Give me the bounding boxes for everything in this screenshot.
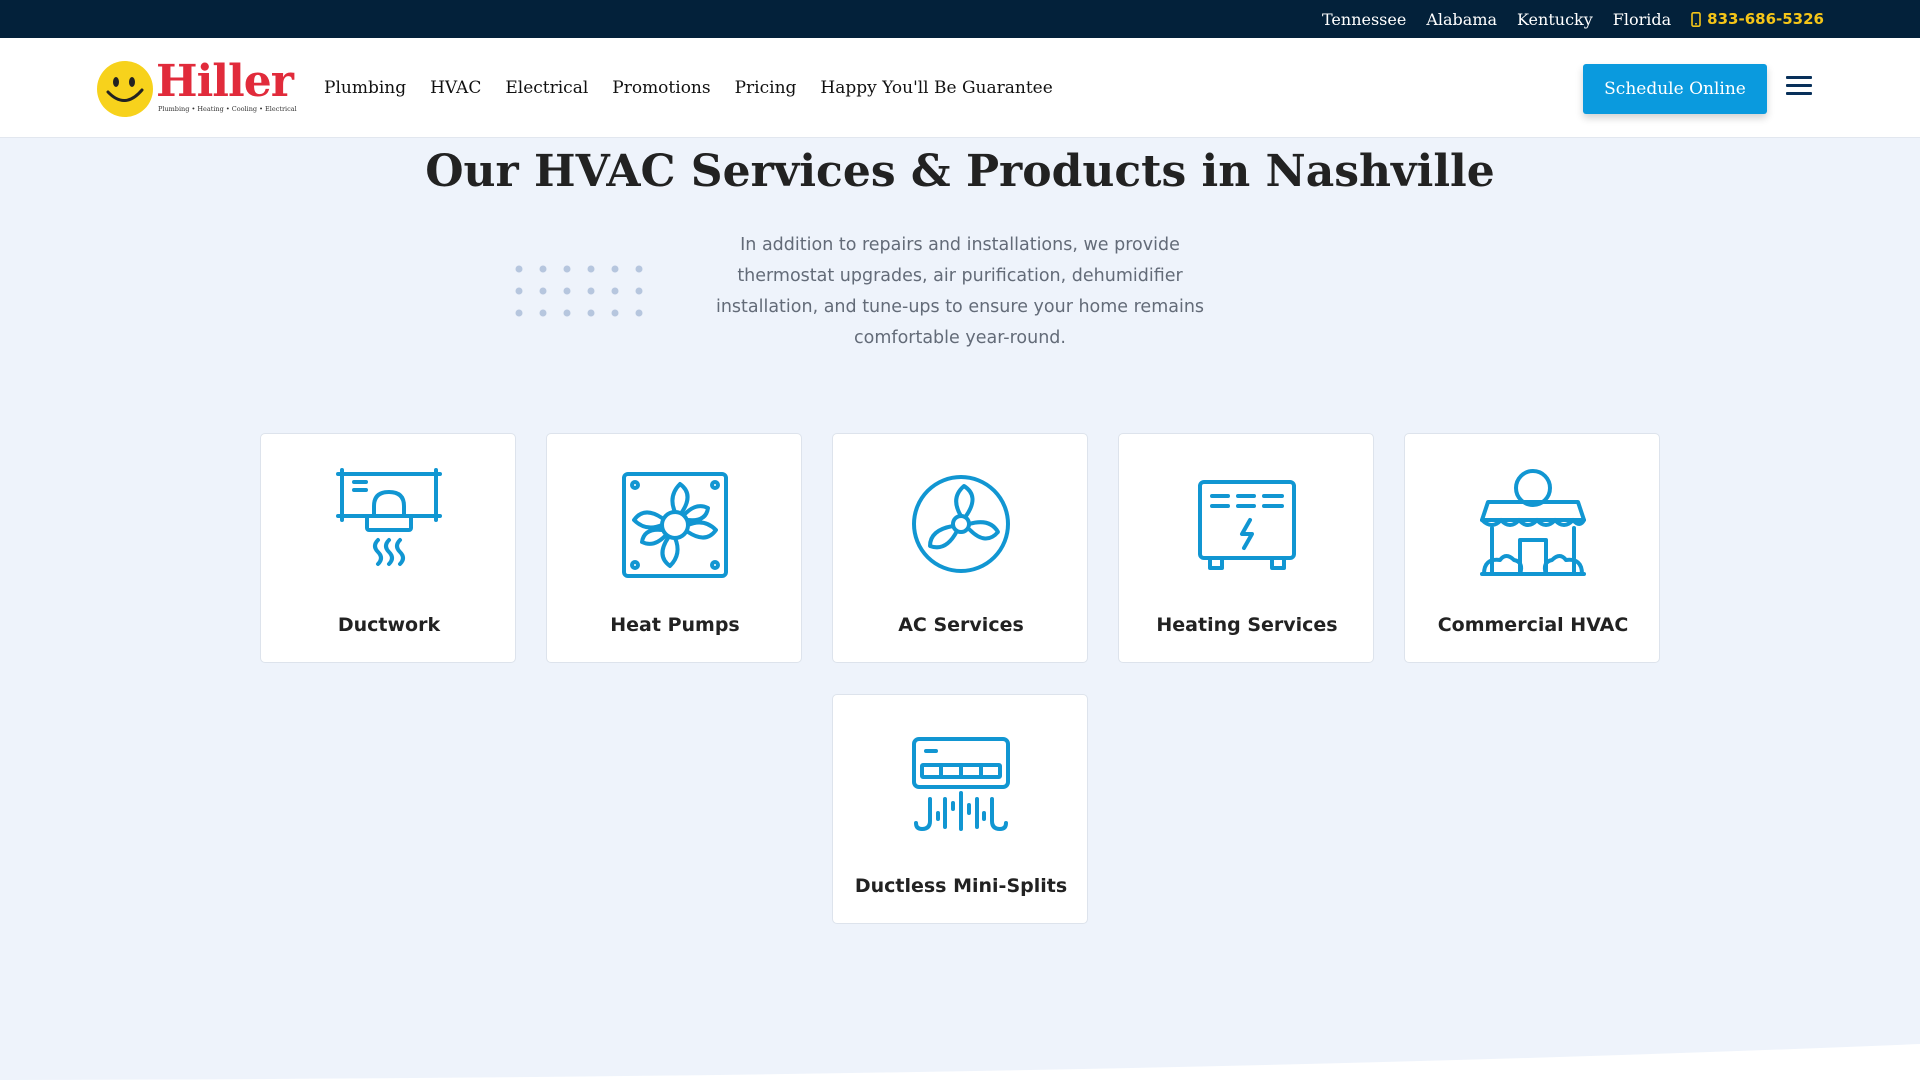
- nav-hvac[interactable]: HVAC: [430, 78, 481, 98]
- decorative-dots: [515, 265, 643, 317]
- commercial-building-icon: [1480, 469, 1586, 576]
- hiller-logo[interactable]: Hiller Plumbing • Heating • Cooling • El…: [96, 56, 297, 120]
- service-card-ac-services[interactable]: AC Services: [832, 433, 1088, 663]
- nav-promotions[interactable]: Promotions: [612, 78, 710, 98]
- service-card-heating-services[interactable]: Heating Services: [1118, 433, 1374, 663]
- nav-plumbing[interactable]: Plumbing: [324, 78, 406, 98]
- top-bar: Tennessee Alabama Kentucky Florida 833-6…: [0, 0, 1920, 38]
- heat-pump-icon: [622, 472, 728, 578]
- main-nav: Plumbing HVAC Electrical Promotions Pric…: [324, 38, 1053, 138]
- state-link-florida[interactable]: Florida: [1613, 10, 1671, 29]
- service-label: Commercial HVAC: [1437, 614, 1629, 636]
- phone-number: 833-686-5326: [1707, 10, 1824, 28]
- mini-split-icon: [912, 737, 1010, 831]
- nav-pricing[interactable]: Pricing: [735, 78, 797, 98]
- state-link-tennessee[interactable]: Tennessee: [1322, 10, 1406, 29]
- mobile-phone-icon: [1691, 11, 1701, 27]
- section-title: Our HVAC Services & Products in Nashvill…: [425, 146, 1495, 197]
- state-link-alabama[interactable]: Alabama: [1426, 10, 1497, 29]
- service-label: Ductless Mini-Splits: [854, 875, 1068, 897]
- service-card-heat-pumps[interactable]: Heat Pumps: [546, 433, 802, 663]
- state-link-kentucky[interactable]: Kentucky: [1517, 10, 1593, 29]
- phone-link[interactable]: 833-686-5326: [1691, 10, 1824, 28]
- logo-tagline: Plumbing • Heating • Cooling • Electrica…: [158, 105, 297, 113]
- smiley-logo-icon: [97, 61, 153, 117]
- service-card-ductless-mini-splits[interactable]: Ductless Mini-Splits: [832, 694, 1088, 924]
- logo-brand: Hiller: [156, 56, 294, 107]
- service-label: Ductwork: [337, 614, 441, 636]
- service-card-ductwork[interactable]: Ductwork: [260, 433, 516, 663]
- ductwork-icon: [336, 468, 442, 566]
- service-label: AC Services: [898, 614, 1024, 636]
- service-card-commercial-hvac[interactable]: Commercial HVAC: [1404, 433, 1660, 663]
- nav-electrical[interactable]: Electrical: [505, 78, 588, 98]
- schedule-online-button[interactable]: Schedule Online: [1583, 64, 1767, 114]
- service-label: Heating Services: [1156, 614, 1338, 636]
- heater-icon: [1198, 480, 1296, 570]
- hamburger-menu-icon[interactable]: [1786, 76, 1812, 98]
- top-bar-links: Tennessee Alabama Kentucky Florida 833-6…: [1322, 0, 1824, 38]
- service-label: Heat Pumps: [610, 614, 740, 636]
- ac-fan-icon: [912, 475, 1010, 573]
- nav-guarantee[interactable]: Happy You'll Be Guarantee: [820, 78, 1052, 98]
- section-description: In addition to repairs and installations…: [715, 235, 1205, 348]
- main-header: Hiller Plumbing • Heating • Cooling • El…: [0, 38, 1920, 138]
- decorative-wave: [0, 1044, 1920, 1080]
